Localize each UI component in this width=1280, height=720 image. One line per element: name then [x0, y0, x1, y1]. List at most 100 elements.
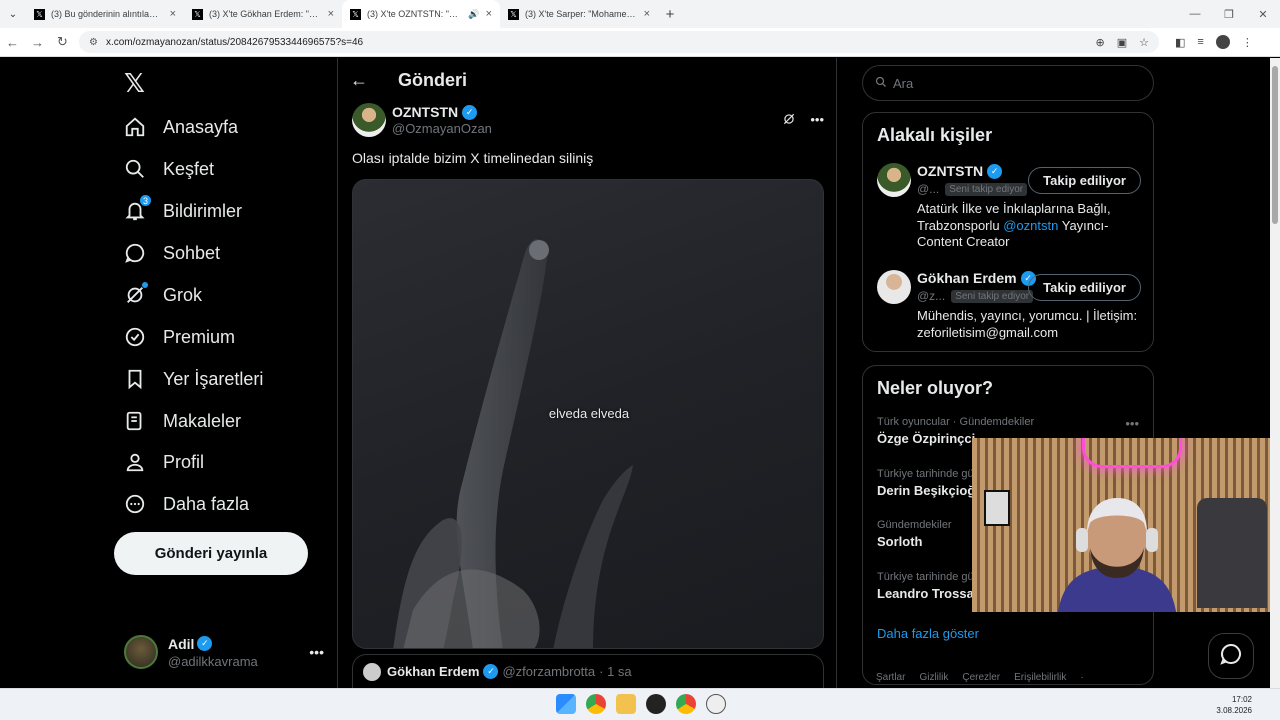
- person-ozntstn[interactable]: OZNTSTN ✓ @... Seni takip ediyor Takip e…: [877, 163, 1141, 253]
- site-settings-icon[interactable]: ⚙: [89, 37, 98, 48]
- bell-icon: 3: [124, 194, 152, 222]
- nav-explore[interactable]: Keşfet: [124, 149, 214, 189]
- footer-link[interactable]: Erişilebilirlik: [1014, 672, 1066, 683]
- nav-label: Profil: [163, 451, 205, 472]
- webcam-overlay: [972, 438, 1280, 612]
- close-window-icon[interactable]: ✕: [1246, 8, 1280, 21]
- footer-link[interactable]: Şartlar: [876, 672, 905, 683]
- footer-link[interactable]: Gizlilik: [919, 672, 948, 683]
- minimize-icon[interactable]: —: [1178, 8, 1212, 20]
- search-box[interactable]: [862, 65, 1154, 101]
- file-explorer-icon[interactable]: [616, 694, 636, 714]
- search-icon: [124, 158, 146, 180]
- tab-close-icon[interactable]: ×: [644, 8, 650, 20]
- x-logo-icon[interactable]: 𝕏: [124, 68, 145, 99]
- tab-title: (3) X'te Sarper: "Mohamed bizi: [525, 9, 638, 19]
- wall-frame: [984, 490, 1010, 526]
- tweet-video[interactable]: elveda elveda: [352, 179, 824, 649]
- taskbar-clock[interactable]: 17:02 3.08.2026: [1216, 694, 1252, 716]
- following-button[interactable]: Takip ediliyor: [1028, 274, 1141, 301]
- person-gokhan-erdem[interactable]: Gökhan Erdem ✓ @z... Seni takip ediyor T…: [877, 270, 1141, 345]
- nav-grok[interactable]: Grok: [124, 275, 202, 315]
- scrollbar-thumb[interactable]: [1272, 66, 1278, 224]
- browser-tab-bar: ⌄ 𝕏 (3) Bu gönderinin alıntılamaları × 𝕏…: [0, 0, 1280, 28]
- follows-you-badge: Seni takip ediyor: [945, 182, 1028, 196]
- nav-home[interactable]: Anasayfa: [124, 107, 238, 147]
- verified-icon: ✓: [197, 636, 213, 651]
- grok-explain-icon[interactable]: [782, 112, 796, 129]
- nav-profile[interactable]: Profil: [124, 442, 204, 482]
- nav-label: Yer İşaretleri: [163, 368, 264, 389]
- nav-label: Anasayfa: [163, 116, 239, 137]
- account-switcher[interactable]: Adil ✓ @adilkkavrama •••: [124, 632, 324, 672]
- browser-menu-icon[interactable]: ⋮: [1242, 36, 1253, 49]
- nav-more[interactable]: Daha fazla: [124, 484, 249, 524]
- account-more-icon[interactable]: •••: [309, 644, 324, 660]
- back-icon[interactable]: ←: [0, 35, 25, 50]
- reload-icon[interactable]: ↻: [50, 34, 75, 50]
- forward-icon[interactable]: →: [25, 35, 50, 50]
- zoom-icon[interactable]: ⊕: [1096, 36, 1105, 49]
- reply-author-name: Gökhan Erdem: [387, 664, 480, 679]
- premium-icon: [124, 326, 146, 348]
- chat-icon: [124, 242, 146, 264]
- nav-premium[interactable]: Premium: [124, 317, 235, 357]
- restore-icon[interactable]: ❐: [1212, 8, 1246, 21]
- browser-profile-avatar[interactable]: [1215, 35, 1230, 49]
- media-control-icon[interactable]: ≡: [1197, 36, 1203, 48]
- avatar[interactable]: [352, 103, 386, 137]
- window-controls: — ❐ ✕: [1178, 0, 1280, 28]
- nav-label: Sohbet: [163, 242, 221, 263]
- reply-preview[interactable]: Gökhan Erdem ✓ @zforzambrotta · 1 sa: [352, 654, 824, 688]
- related-people-card: Alakalı kişiler OZNTSTN ✓ @... Seni taki…: [862, 112, 1154, 352]
- person-handle: @z...: [917, 289, 946, 303]
- start-icon[interactable]: [556, 694, 576, 714]
- x-favicon-icon: 𝕏: [34, 8, 45, 20]
- browser-tab-1[interactable]: 𝕏 (3) Bu gönderinin alıntılamaları ×: [26, 0, 184, 28]
- tweet-text: Olası iptalde bizim X timelinedan silini…: [352, 150, 594, 166]
- obs-icon[interactable]: [646, 694, 666, 714]
- chrome-icon-2[interactable]: [676, 694, 696, 714]
- author-handle[interactable]: @OzmayanOzan: [392, 121, 492, 136]
- extensions-icon[interactable]: ◧: [1175, 36, 1185, 49]
- tweet-more-icon[interactable]: •••: [810, 112, 824, 129]
- browser-tab-2[interactable]: 𝕏 (3) X'te Gökhan Erdem: "benim ×: [184, 0, 342, 28]
- back-arrow-icon[interactable]: ←: [350, 70, 390, 91]
- bio-mention-link[interactable]: @ozntstn: [1003, 218, 1058, 233]
- page-scrollbar[interactable]: [1270, 58, 1280, 688]
- new-tab-button[interactable]: +: [658, 6, 682, 23]
- follows-you-badge: Seni takip ediyor: [951, 289, 1034, 303]
- account-handle: @adilkkavrama: [168, 653, 258, 669]
- tab-close-icon[interactable]: ×: [328, 8, 334, 20]
- tab-search-chevron-icon[interactable]: ⌄: [0, 0, 26, 28]
- search-input[interactable]: [893, 75, 1133, 91]
- person-name: Gökhan Erdem: [917, 270, 1017, 286]
- speaker-icon[interactable]: 🔊: [468, 9, 479, 20]
- browser-tab-3-active[interactable]: 𝕏 (3) X'te OZNTSTN: "Olası ip 🔊 ×: [342, 0, 500, 28]
- messages-fab[interactable]: [1208, 633, 1254, 679]
- browser-tab-4[interactable]: 𝕏 (3) X'te Sarper: "Mohamed bizi ×: [500, 0, 658, 28]
- grok-app-icon[interactable]: [706, 694, 726, 714]
- nav-chat[interactable]: Sohbet: [124, 233, 220, 273]
- nav-articles[interactable]: Makaleler: [124, 401, 241, 441]
- chrome-icon[interactable]: [586, 694, 606, 714]
- nav-notifications[interactable]: 3 Bildirimler: [124, 191, 242, 231]
- cast-icon[interactable]: ▣: [1117, 36, 1127, 49]
- articles-icon: [124, 410, 146, 432]
- tab-close-icon[interactable]: ×: [170, 8, 176, 20]
- bookmark-star-icon[interactable]: ☆: [1139, 36, 1149, 49]
- nav-label: Grok: [163, 284, 203, 305]
- show-more-link[interactable]: Daha fazla göster: [877, 626, 979, 641]
- person-sub: @... Seni takip ediyor: [917, 182, 1028, 196]
- url-field[interactable]: ⚙ x.com/ozmayanozan/status/2084267953344…: [79, 31, 1159, 53]
- tab-close-icon[interactable]: ×: [486, 8, 492, 20]
- footer-link[interactable]: Çerezler: [962, 672, 1000, 683]
- clock-date: 3.08.2026: [1216, 706, 1252, 715]
- search-icon: [875, 76, 887, 91]
- post-button[interactable]: Gönderi yayınla: [114, 532, 308, 575]
- author-name[interactable]: OZNTSTN: [392, 104, 458, 120]
- nav-bookmarks[interactable]: Yer İşaretleri: [124, 359, 263, 399]
- post-header: ← Gönderi: [338, 58, 838, 102]
- reply-author-row: Gökhan Erdem ✓: [387, 664, 499, 679]
- following-button[interactable]: Takip ediliyor: [1028, 167, 1141, 194]
